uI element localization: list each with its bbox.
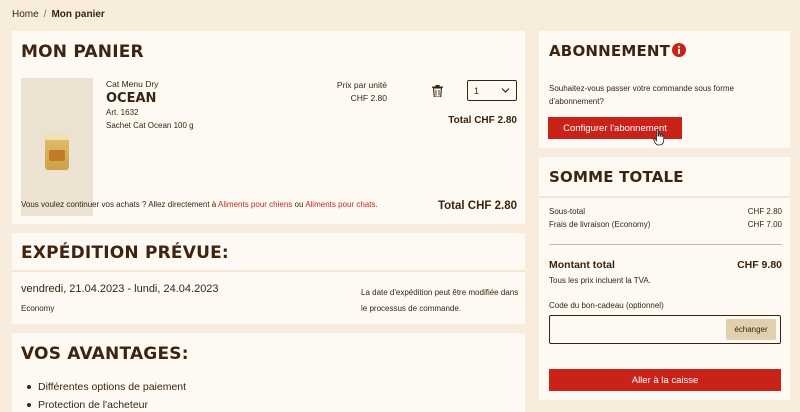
- shipping-fee-label: Frais de livraison (Economy): [549, 220, 651, 229]
- benefit-text: Protection de l'acheteur: [38, 399, 148, 411]
- list-item: Différentes options de paiement: [27, 381, 187, 399]
- product-image[interactable]: [21, 78, 93, 216]
- breadcrumb: Home / Mon panier: [12, 9, 105, 20]
- total-row: Montant total CHF 9.80: [549, 259, 782, 271]
- shipping-fee-row: Frais de livraison (Economy) CHF 7.00: [549, 220, 782, 229]
- info-icon[interactable]: [672, 43, 686, 57]
- total-value: CHF 9.80: [737, 259, 782, 271]
- benefits-list: Différentes options de paiement Protecti…: [27, 381, 187, 412]
- voucher-code-box: échanger: [549, 315, 781, 344]
- subscription-card: ABONNEMENT Souhaitez-vous passer votre c…: [539, 31, 790, 148]
- product-description: Sachet Cat Ocean 100 g: [106, 121, 194, 130]
- subscription-text: Souhaitez-vous passer votre commande sou…: [549, 84, 734, 106]
- product-article: Art. 1632: [106, 108, 139, 117]
- breadcrumb-home[interactable]: Home: [12, 9, 39, 20]
- divider: [549, 244, 782, 245]
- or-text: ou: [292, 200, 306, 209]
- link-cat-food[interactable]: Aliments pour chats: [305, 200, 375, 209]
- unit-price: CHF 2.80: [350, 93, 387, 103]
- quantity-select[interactable]: 1: [467, 80, 517, 101]
- subscription-title: ABONNEMENT: [549, 42, 671, 60]
- voucher-code-label: Code du bon-cadeau (optionnel): [549, 301, 664, 310]
- product-name[interactable]: OCEAN: [106, 91, 156, 106]
- subtotal-label: Sous-total: [549, 207, 586, 216]
- bullet-icon: [27, 385, 31, 389]
- redeem-button[interactable]: échanger: [726, 319, 776, 340]
- chevron-down-icon: [501, 88, 510, 93]
- link-dog-food[interactable]: Aliments pour chiens: [218, 200, 292, 209]
- breadcrumb-current: Mon panier: [51, 9, 105, 20]
- bullet-icon: [27, 403, 31, 407]
- benefits-title: VOS AVANTAGES:: [21, 344, 189, 364]
- shipping-title: EXPÉDITION PRÉVUE:: [21, 243, 229, 263]
- voucher-code-input[interactable]: [554, 320, 719, 339]
- vat-note: Tous les prix incluent la TVA.: [549, 276, 651, 285]
- configure-subscription-button[interactable]: Configurer l'abonnement: [548, 117, 682, 139]
- shipping-note: La date d'expédition peut être modifiée …: [361, 288, 519, 313]
- cart-title: MON PANIER: [21, 42, 144, 62]
- benefit-text: Différentes options de paiement: [38, 381, 187, 393]
- summary-title: SOMME TOTALE: [549, 168, 684, 186]
- shipping-dates: vendredi, 21.04.2023 - lundi, 24.04.2023: [21, 283, 219, 295]
- breadcrumb-separator: /: [43, 9, 47, 20]
- continue-text: Vous voulez continuer vos achats ? Allez…: [21, 200, 219, 209]
- shipping-fee-value: CHF 7.00: [747, 220, 782, 229]
- subtotal-value: CHF 2.80: [747, 207, 782, 216]
- summary-card: SOMME TOTALE Sous-total CHF 2.80 Frais d…: [539, 157, 790, 400]
- unit-price-label: Prix par unité: [336, 80, 387, 90]
- divider: [12, 270, 525, 272]
- divider: [539, 196, 790, 198]
- end-text: .: [375, 200, 378, 209]
- product-package-icon: [45, 134, 69, 170]
- shipping-card: EXPÉDITION PRÉVUE: vendredi, 21.04.2023 …: [12, 233, 525, 324]
- cart-grand-total: Total CHF 2.80: [437, 200, 517, 212]
- benefits-card: VOS AVANTAGES: Différentes options de pa…: [12, 333, 525, 412]
- total-label: Montant total: [549, 259, 615, 271]
- cart-card: MON PANIER Cat Menu Dry OCEAN Art. 1632 …: [12, 31, 525, 224]
- checkout-button[interactable]: Aller à la caisse: [549, 369, 781, 391]
- item-total: Total CHF 2.80: [448, 115, 517, 126]
- subtotal-row: Sous-total CHF 2.80: [549, 207, 782, 216]
- continue-shopping-text: Vous voulez continuer vos achats ? Allez…: [21, 200, 378, 209]
- trash-icon[interactable]: [432, 85, 443, 97]
- shipping-method: Economy: [21, 304, 55, 313]
- product-category: Cat Menu Dry: [106, 79, 159, 89]
- quantity-value: 1: [474, 86, 480, 96]
- list-item: Protection de l'acheteur: [27, 399, 186, 412]
